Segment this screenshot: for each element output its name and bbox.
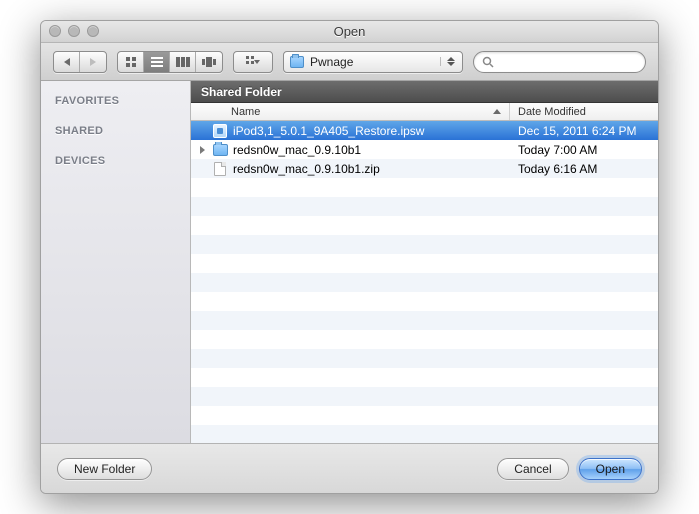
search-icon (482, 56, 494, 68)
toolbar: Pwnage (41, 43, 658, 81)
zoom-icon[interactable] (87, 25, 99, 37)
column-headers: Name Date Modified (191, 103, 658, 121)
sidebar-cat-favorites[interactable]: FAVORITES (41, 91, 190, 111)
empty-row (191, 273, 658, 292)
file-name: redsn0w_mac_0.9.10b1 (233, 143, 361, 157)
location-header: Shared Folder (191, 81, 658, 103)
file-row[interactable]: iPod3,1_5.0.1_9A405_Restore.ipsw Dec 15, … (191, 121, 658, 140)
file-name: redsn0w_mac_0.9.10b1.zip (233, 162, 380, 176)
new-folder-button[interactable]: New Folder (57, 458, 152, 480)
file-date: Dec 15, 2011 6:24 PM (510, 124, 658, 138)
icon-view-button[interactable] (118, 52, 144, 72)
updown-icon (440, 57, 456, 66)
forward-button[interactable] (80, 52, 106, 72)
folder-icon (212, 142, 228, 158)
sidebar: FAVORITES SHARED DEVICES (41, 81, 191, 443)
body: FAVORITES SHARED DEVICES Shared Folder N… (41, 81, 658, 443)
location-label: Shared Folder (201, 85, 282, 99)
empty-row (191, 425, 658, 443)
cancel-button[interactable]: Cancel (497, 458, 568, 480)
open-button[interactable]: Open (579, 458, 642, 480)
column-date[interactable]: Date Modified (510, 103, 658, 120)
file-name: iPod3,1_5.0.1_9A405_Restore.ipsw (233, 124, 424, 138)
ipsw-file-icon (212, 123, 228, 139)
file-row[interactable]: redsn0w_mac_0.9.10b1.zip Today 6:16 AM (191, 159, 658, 178)
file-pane: Shared Folder Name Date Modified iPod3,1… (191, 81, 658, 443)
empty-row (191, 178, 658, 197)
empty-row (191, 330, 658, 349)
empty-row (191, 387, 658, 406)
coverflow-view-button[interactable] (196, 52, 222, 72)
minimize-icon[interactable] (68, 25, 80, 37)
arrange-button[interactable] (234, 52, 272, 72)
close-icon[interactable] (49, 25, 61, 37)
empty-row (191, 292, 658, 311)
empty-row (191, 368, 658, 387)
file-icon (212, 161, 228, 177)
search-input[interactable] (498, 56, 637, 68)
file-list[interactable]: iPod3,1_5.0.1_9A405_Restore.ipsw Dec 15, … (191, 121, 658, 443)
empty-row (191, 216, 658, 235)
footer: New Folder Cancel Open (41, 443, 658, 493)
titlebar: Open (41, 21, 658, 43)
folder-icon (290, 56, 304, 68)
column-name[interactable]: Name (191, 103, 510, 120)
file-date: Today 7:00 AM (510, 143, 658, 157)
empty-row (191, 311, 658, 330)
view-mode-segment (117, 51, 223, 73)
empty-row (191, 254, 658, 273)
sidebar-cat-devices[interactable]: DEVICES (41, 151, 190, 171)
empty-row (191, 349, 658, 368)
sidebar-cat-shared[interactable]: SHARED (41, 121, 190, 141)
empty-row (191, 406, 658, 425)
open-dialog-window: Open (40, 20, 659, 494)
file-date: Today 6:16 AM (510, 162, 658, 176)
empty-row (191, 235, 658, 254)
path-selector[interactable]: Pwnage (283, 51, 463, 73)
path-label: Pwnage (310, 55, 434, 69)
back-button[interactable] (54, 52, 80, 72)
sort-asc-icon (493, 109, 501, 114)
search-field[interactable] (473, 51, 646, 73)
file-row[interactable]: redsn0w_mac_0.9.10b1 Today 7:00 AM (191, 140, 658, 159)
disclosure-icon[interactable] (197, 146, 207, 154)
nav-back-forward (53, 51, 107, 73)
list-view-button[interactable] (144, 52, 170, 72)
traffic-lights (49, 25, 99, 37)
empty-row (191, 197, 658, 216)
column-view-button[interactable] (170, 52, 196, 72)
window-title: Open (334, 24, 366, 39)
arrange-segment (233, 51, 273, 73)
